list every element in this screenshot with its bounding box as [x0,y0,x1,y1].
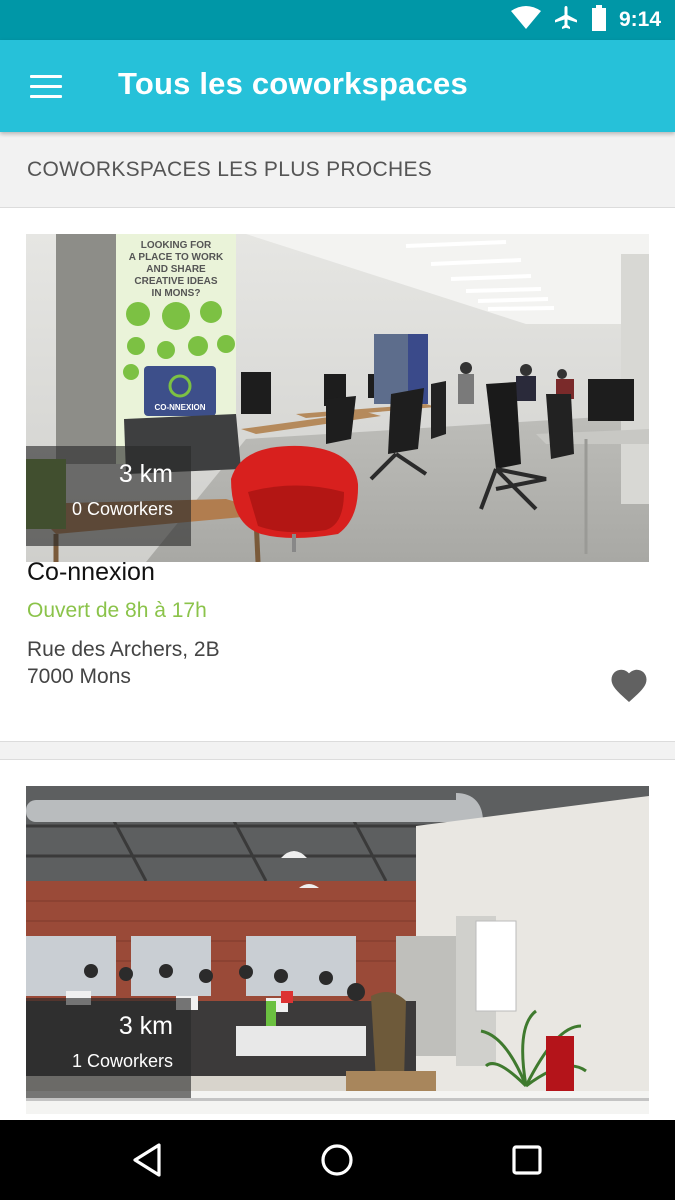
coworkspace-photo[interactable]: LOOKING FOR A PLACE TO WORK AND SHARE CR… [26,234,649,562]
coworkspace-list[interactable]: COWORKSPACES LES PLUS PROCHES LOOKING FO… [0,132,675,1120]
coworkers-count: 0 Coworkers [71,499,173,519]
status-time: 9:14 [618,8,661,31]
opening-hours: Ouvert de 8h à 17h [27,599,207,622]
battery-icon [591,4,607,36]
address-line-2: 7000 Mons [27,665,131,688]
svg-text:AND SHARE: AND SHARE [146,264,206,275]
svg-text:LOOKING FOR: LOOKING FOR [141,240,212,251]
svg-text:CREATIVE IDEAS: CREATIVE IDEAS [134,276,217,287]
address: Rue des Archers, 2B 7000 Mons [27,636,220,690]
page-title: Tous les coworkspaces [118,66,468,101]
coworkspace-name: Co-nnexion [27,558,155,586]
svg-text:IN MONS?: IN MONS? [152,288,201,299]
coworkspace-card[interactable]: LOOKING FOR A PLACE TO WORK AND SHARE CR… [0,208,675,742]
svg-text:CO-NNEXION: CO-NNEXION [154,403,205,412]
favorite-heart-icon[interactable] [611,669,647,703]
address-line-1: Rue des Archers, 2B [27,638,220,661]
coworkspace-card[interactable]: 3 km 1 Coworkers [0,760,675,1120]
svg-text:A PLACE TO WORK: A PLACE TO WORK [129,252,224,263]
distance-overlay: 3 km 0 Coworkers [26,446,191,546]
section-header: COWORKSPACES LES PLUS PROCHES [0,132,675,208]
status-bar: 9:14 [0,0,675,40]
wifi-icon [510,5,541,35]
recents-icon[interactable] [505,1138,549,1182]
distance-label: 3 km [118,1012,173,1040]
hamburger-menu-icon[interactable] [22,66,68,106]
airplane-icon [553,5,579,36]
home-icon[interactable] [315,1138,359,1182]
card-divider [0,742,675,760]
status-icons: 9:14 [510,4,661,36]
app-bar: Tous les coworkspaces [0,40,675,132]
coworkers-count: 1 Coworkers [71,1051,173,1071]
distance-overlay: 3 km 1 Coworkers [26,998,191,1098]
distance-label: 3 km [118,460,173,488]
section-header-label: COWORKSPACES LES PLUS PROCHES [27,157,433,181]
coworkspace-photo[interactable]: 3 km 1 Coworkers [26,786,649,1114]
back-icon[interactable] [126,1138,170,1182]
system-nav-bar [0,1120,675,1200]
